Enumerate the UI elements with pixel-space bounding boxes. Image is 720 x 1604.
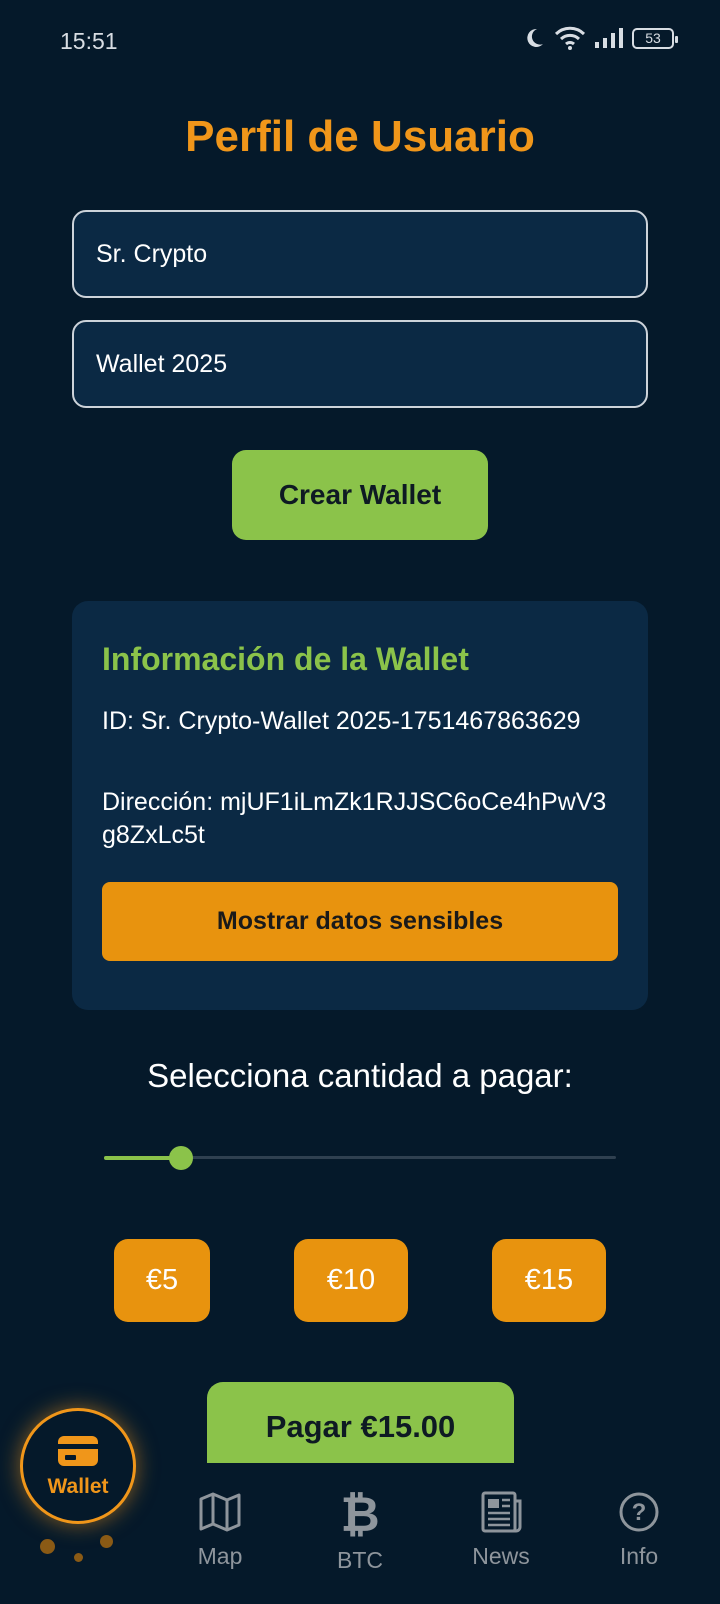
signal-icon <box>595 28 623 48</box>
wallet-address-text: Dirección: mjUF1iLmZk1RJJSC6oCe4hPwV3g8Z… <box>102 788 607 849</box>
nav-item-info[interactable]: ? Info <box>606 1489 672 1570</box>
nav-label-info: Info <box>619 1543 659 1569</box>
amount-select-label: Selecciona cantidad a pagar: <box>147 1057 573 1094</box>
wallet-info-title: Información de la Wallet <box>102 641 469 677</box>
show-sensitive-data-button[interactable]: Mostrar datos sensibles <box>102 882 618 961</box>
help-icon: ? <box>619 1492 659 1532</box>
wallet-id-text: ID: Sr. Crypto-Wallet 2025-1751467863629 <box>102 707 581 735</box>
wallet-card-icon <box>58 1436 98 1466</box>
decorative-dot <box>74 1553 83 1562</box>
wifi-icon <box>554 26 586 50</box>
wallet-info-card: Información de la Wallet ID: Sr. Crypto-… <box>72 601 648 1010</box>
amount-slider[interactable] <box>104 1146 616 1170</box>
nav-item-news[interactable]: News <box>466 1489 536 1570</box>
map-icon <box>199 1492 241 1532</box>
amount-15-button[interactable]: €15 <box>492 1239 606 1322</box>
svg-text:?: ? <box>632 1499 647 1526</box>
nav-label-btc: BTC <box>337 1547 383 1573</box>
nav-item-btc[interactable]: ₿ BTC <box>324 1489 396 1574</box>
newspaper-icon <box>481 1491 522 1533</box>
nav-label-wallet: Wallet <box>47 1475 109 1498</box>
nav-label-map: Map <box>197 1543 243 1569</box>
battery-indicator: 53 <box>632 27 678 49</box>
decorative-dot <box>100 1535 113 1548</box>
create-wallet-button[interactable]: Crear Wallet <box>232 450 488 540</box>
moon-icon <box>527 28 543 47</box>
status-bar: 15:51 53 <box>0 0 720 84</box>
nav-label-news: News <box>472 1543 530 1569</box>
status-icons: 53 <box>522 26 678 50</box>
amount-10-button[interactable]: €10 <box>294 1239 408 1322</box>
wallet-name-input[interactable] <box>72 320 648 408</box>
slider-thumb[interactable] <box>168 1146 193 1170</box>
nav-item-wallet[interactable]: Wallet <box>20 1408 136 1524</box>
nav-item-map[interactable]: Map <box>186 1489 254 1570</box>
name-input[interactable] <box>72 210 648 298</box>
page-title: Perfil de Usuario <box>185 112 535 161</box>
decorative-dot <box>40 1539 55 1554</box>
bitcoin-icon: ₿ <box>340 1489 379 1539</box>
status-time: 15:51 <box>60 28 118 54</box>
svg-text:₿: ₿ <box>340 1489 379 1539</box>
amount-5-button[interactable]: €5 <box>114 1239 210 1322</box>
